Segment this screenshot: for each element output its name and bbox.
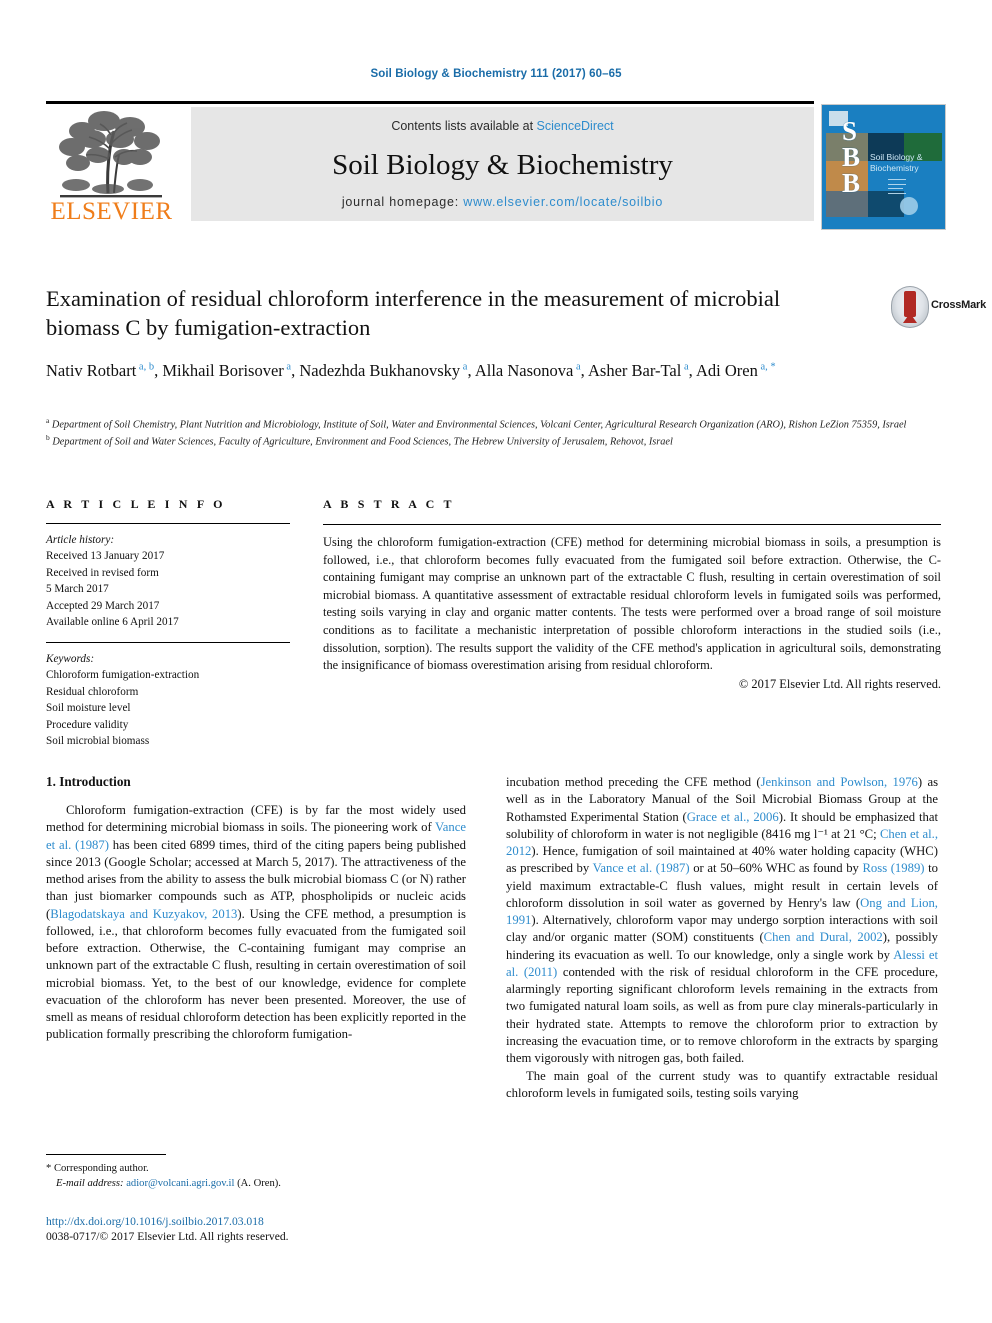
citation-link[interactable]: Vance et al. (1987) bbox=[46, 820, 466, 851]
article-history-items: Received 13 January 2017 Received in revi… bbox=[46, 548, 290, 630]
author-affiliation-mark: a bbox=[283, 361, 292, 372]
affiliation-list: a Department of Soil Chemistry, Plant Nu… bbox=[46, 416, 926, 450]
abstract-rule bbox=[323, 524, 941, 525]
corresponding-author-line: * Corresponding author. bbox=[46, 1163, 149, 1174]
email-label: E-mail address: bbox=[56, 1178, 124, 1190]
abstract-text: Using the chloroform fumigation-extracti… bbox=[323, 535, 941, 673]
homepage-prefix: journal homepage: bbox=[341, 195, 464, 209]
journal-header-band: Contents lists available at ScienceDirec… bbox=[191, 107, 814, 221]
running-head: Soil Biology & Biochemistry 111 (2017) 6… bbox=[370, 68, 622, 80]
footer-doi-block: http://dx.doi.org/10.1016/j.soilbio.2017… bbox=[46, 1215, 526, 1243]
journal-homepage-line: journal homepage: www.elsevier.com/locat… bbox=[191, 195, 814, 209]
journal-cover-thumbnail: SBB Soil Biology & Biochemistry ▬▬▬▬▬▬ ▬▬▬… bbox=[821, 104, 946, 230]
affiliation-item: b Department of Soil and Water Sciences,… bbox=[46, 433, 673, 448]
affiliation-mark: a bbox=[46, 416, 50, 425]
page-title: Examination of residual chloroform inter… bbox=[46, 286, 781, 341]
author-name: Mikhail Borisover bbox=[162, 360, 284, 380]
article-info-column: A R T I C L E I N F O Article history: R… bbox=[46, 497, 290, 749]
keywords-label: Keywords: bbox=[46, 652, 95, 665]
citation-link[interactable]: Ong and Lion, 1991 bbox=[506, 896, 938, 927]
article-info-heading: A R T I C L E I N F O bbox=[46, 497, 226, 511]
journal-title: Soil Biology & Biochemistry bbox=[332, 149, 673, 181]
masthead-top-rule bbox=[46, 101, 814, 104]
doi-link[interactable]: http://dx.doi.org/10.1016/j.soilbio.2017… bbox=[46, 1215, 526, 1228]
article-history-group: Article history: Received 13 January 201… bbox=[46, 532, 290, 631]
contents-prefix: Contents lists available at bbox=[391, 119, 537, 133]
body-column-right: incubation method preceding the CFE meth… bbox=[506, 774, 938, 1102]
article-info-rule bbox=[46, 523, 290, 524]
journal-homepage-link[interactable]: www.elsevier.com/locate/soilbio bbox=[463, 195, 663, 209]
cover-subtext-lines: ▬▬▬▬▬▬ ▬▬▬▬▬▬ ▬▬▬▬▬ ▬▬▬▬▬▬ bbox=[888, 177, 906, 195]
affiliation-item: a Department of Soil Chemistry, Plant Nu… bbox=[46, 416, 907, 431]
email-line: E-mail address: adior@volcani.agri.gov.i… bbox=[46, 1176, 466, 1191]
keyword-item: Residual chloroform bbox=[46, 685, 139, 698]
author-affiliation-mark: a bbox=[573, 361, 581, 372]
sciencedirect-link[interactable]: ScienceDirect bbox=[537, 119, 614, 133]
intro-paragraph-right-1: incubation method preceding the CFE meth… bbox=[506, 775, 939, 1066]
article-history-item: Received in revised form bbox=[46, 566, 159, 579]
cover-title-line1: Soil Biology & bbox=[870, 152, 923, 162]
author-name: Asher Bar-Tal bbox=[587, 360, 682, 380]
elsevier-logo: ELSEVIER bbox=[46, 107, 177, 228]
keywords-group: Keywords: Chloroform fumigation-extracti… bbox=[46, 651, 290, 750]
journal-masthead: ELSEVIER Contents lists available at Sci… bbox=[46, 101, 946, 230]
corresponding-author-footnote: * Corresponding author. E-mail address: … bbox=[46, 1154, 466, 1192]
author-list: Nativ Rotbart a, b, Mikhail Borisover a,… bbox=[46, 360, 776, 380]
author-name: Adi Oren bbox=[695, 360, 758, 380]
citation-link[interactable]: Alessi et al. (2011) bbox=[506, 948, 938, 979]
introduction-heading: 1. Introduction bbox=[46, 774, 131, 789]
author-affiliation-mark: a bbox=[460, 361, 468, 372]
abstract-copyright: © 2017 Elsevier Ltd. All rights reserved… bbox=[738, 676, 941, 691]
article-history-item: Available online 6 April 2017 bbox=[46, 616, 179, 629]
crossmark-label: CrossMark bbox=[931, 299, 987, 311]
elsevier-wordmark: ELSEVIER bbox=[50, 198, 173, 225]
citation-link[interactable]: Vance et al. (1987) bbox=[593, 861, 690, 875]
email-suffix: (A. Oren). bbox=[234, 1178, 281, 1190]
author-name: Nadezhda Bukhanovsky bbox=[299, 360, 461, 380]
cover-seal-emblem bbox=[900, 197, 918, 215]
journal-article-page: Soil Biology & Biochemistry 111 (2017) 6… bbox=[0, 0, 992, 1323]
affiliation-mark: b bbox=[46, 433, 50, 443]
body-column-left: 1. Introduction Chloroform fumigation-ex… bbox=[46, 774, 466, 1044]
abstract-column: A B S T R A C T Using the chloroform fum… bbox=[323, 497, 941, 692]
intro-paragraph-right-2: The main goal of the current study was t… bbox=[506, 1068, 938, 1100]
keyword-item: Procedure validity bbox=[46, 718, 129, 731]
crossmark-badge[interactable]: CrossMark bbox=[891, 286, 991, 330]
article-history-item: Accepted 29 March 2017 bbox=[46, 599, 160, 612]
author-name: Alla Nasonova bbox=[474, 360, 574, 380]
title-block: Examination of residual chloroform inter… bbox=[46, 284, 986, 382]
citation-link[interactable]: Ross (1989) bbox=[862, 861, 924, 875]
keyword-item: Soil moisture level bbox=[46, 702, 131, 715]
intro-paragraph-left: Chloroform fumigation-extraction (CFE) i… bbox=[46, 803, 466, 1042]
citation-link[interactable]: Blagodatskaya and Kuzyakov, 2013 bbox=[50, 907, 237, 921]
author-name: Nativ Rotbart bbox=[46, 360, 137, 380]
keyword-item: Chloroform fumigation-extraction bbox=[46, 669, 200, 682]
author-affiliation-mark: a bbox=[681, 361, 689, 372]
cover-title-line2: Biochemistry bbox=[870, 162, 919, 173]
citation-link[interactable]: Jenkinson and Powlson, 1976 bbox=[761, 775, 918, 789]
article-history-item: Received 13 January 2017 bbox=[46, 550, 165, 563]
cover-sbb-letters: SBB bbox=[842, 116, 861, 198]
keyword-items: Chloroform fumigation-extraction Residual… bbox=[46, 667, 290, 749]
article-history-label: Article history: bbox=[46, 534, 115, 546]
issn-copyright-line: 0038-0717/© 2017 Elsevier Ltd. All right… bbox=[46, 1230, 289, 1243]
crossmark-icon bbox=[891, 286, 929, 328]
footnote-rule bbox=[46, 1154, 166, 1155]
author-affiliation-mark: a, b bbox=[136, 361, 155, 372]
citation-link[interactable]: Chen and Dural, 2002 bbox=[764, 930, 883, 944]
citation-link[interactable]: Chen et al., 2012 bbox=[506, 827, 938, 858]
crossmark-triangle bbox=[903, 313, 917, 323]
elsevier-tree-icon bbox=[59, 111, 162, 198]
contents-available-line: Contents lists available at ScienceDirec… bbox=[191, 119, 814, 133]
email-link[interactable]: adior@volcani.agri.gov.il bbox=[126, 1178, 234, 1189]
abstract-heading: A B S T R A C T bbox=[323, 497, 455, 511]
article-info-separator bbox=[46, 641, 290, 643]
article-history-item: 5 March 2017 bbox=[46, 583, 109, 596]
keyword-item: Soil microbial biomass bbox=[46, 734, 150, 747]
citation-link[interactable]: Grace et al., 2006 bbox=[687, 810, 779, 824]
author-affiliation-mark: a, * bbox=[757, 361, 776, 372]
cover-journal-title: Soil Biology & Biochemistry bbox=[870, 152, 922, 173]
